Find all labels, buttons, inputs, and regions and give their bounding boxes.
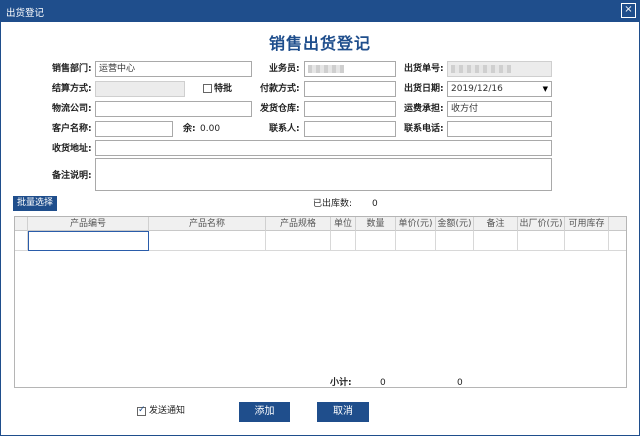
- special-approval-checkbox[interactable]: [203, 84, 212, 93]
- shipment-no-label: 出货单号:: [404, 64, 444, 74]
- logistics-input[interactable]: [95, 101, 252, 117]
- cell-remark[interactable]: [474, 231, 518, 251]
- subtotal-label: 小计:: [330, 378, 352, 388]
- address-input[interactable]: [95, 140, 552, 156]
- address-label: 收货地址:: [52, 144, 92, 154]
- shipment-no-input: [447, 61, 552, 77]
- form-title: 销售出货登记: [268, 34, 371, 53]
- col-product-spec[interactable]: 产品规格: [266, 217, 331, 231]
- col-unit[interactable]: 单位: [331, 217, 356, 231]
- sales-dept-input[interactable]: 运营中心: [95, 61, 252, 77]
- payment-label: 付款方式:: [260, 84, 300, 94]
- cell-available-stock[interactable]: [565, 231, 609, 251]
- balance-label: 余:: [183, 124, 196, 134]
- col-factory-price[interactable]: 出厂价(元): [518, 217, 565, 231]
- contact-label: 联系人:: [269, 124, 300, 134]
- ship-date-value: 2019/12/16: [451, 84, 503, 94]
- warehouse-input[interactable]: [304, 101, 396, 117]
- cell-factory-price[interactable]: [518, 231, 565, 251]
- col-amount[interactable]: 金额(元): [436, 217, 474, 231]
- remarks-textarea[interactable]: [95, 158, 552, 191]
- cell-product-spec[interactable]: [266, 231, 331, 251]
- product-grid[interactable]: 产品编号 产品名称 产品规格 单位 数量 单价(元) 金额(元) 备注 出厂价(…: [14, 216, 627, 388]
- cell-product-name[interactable]: [149, 231, 266, 251]
- subtotal-amount: 0: [457, 378, 463, 388]
- col-product-code[interactable]: 产品编号: [28, 217, 149, 231]
- remarks-label: 备注说明:: [52, 171, 92, 181]
- col-unit-price[interactable]: 单价(元): [396, 217, 436, 231]
- redacted-value: [308, 64, 344, 73]
- batch-select-button[interactable]: 批量选择: [13, 196, 57, 211]
- sales-dept-label: 销售部门:: [52, 64, 92, 74]
- warehouse-label: 发货仓库:: [260, 104, 300, 114]
- col-available-stock[interactable]: 可用库存: [565, 217, 609, 231]
- special-approval-label: 特批: [214, 84, 233, 94]
- salesperson-input[interactable]: [304, 61, 396, 77]
- col-quantity[interactable]: 数量: [356, 217, 396, 231]
- add-button[interactable]: 添加: [239, 402, 290, 422]
- contact-input[interactable]: [304, 121, 396, 137]
- cell-unit[interactable]: [331, 231, 356, 251]
- cell-amount[interactable]: [436, 231, 474, 251]
- col-remark[interactable]: 备注: [474, 217, 518, 231]
- stocked-count-value: 0: [372, 199, 378, 209]
- cell-quantity[interactable]: [356, 231, 396, 251]
- subtotal-quantity: 0: [380, 378, 386, 388]
- phone-label: 联系电话:: [404, 124, 444, 134]
- cell-product-code[interactable]: [28, 231, 149, 251]
- phone-input[interactable]: [447, 121, 552, 137]
- send-notification-label: 发送通知: [149, 406, 186, 416]
- stocked-count-label: 已出库数:: [313, 199, 353, 209]
- settlement-label: 结算方式:: [52, 84, 92, 94]
- col-product-name[interactable]: 产品名称: [149, 217, 266, 231]
- cell-unit-price[interactable]: [396, 231, 436, 251]
- freight-label: 运费承担:: [404, 104, 444, 114]
- dropdown-arrow-icon[interactable]: ▼: [543, 82, 548, 96]
- window-titlebar: 出货登记 ×: [0, 0, 640, 22]
- row-header-corner: [15, 217, 28, 231]
- salesperson-label: 业务员:: [269, 64, 300, 74]
- cancel-button[interactable]: 取消: [317, 402, 369, 422]
- redacted-value: [451, 64, 511, 73]
- table-row[interactable]: [15, 231, 626, 251]
- send-notification-checkbox[interactable]: [137, 405, 146, 416]
- ship-date-label: 出货日期:: [404, 84, 444, 94]
- grid-header: 产品编号 产品名称 产品规格 单位 数量 单价(元) 金额(元) 备注 出厂价(…: [15, 217, 626, 231]
- balance-value: 0.00: [200, 124, 221, 134]
- payment-input[interactable]: [304, 81, 396, 97]
- row-header: [15, 231, 28, 251]
- customer-label: 客户名称:: [52, 124, 92, 134]
- ship-date-picker[interactable]: 2019/12/16 ▼: [447, 81, 552, 97]
- freight-input[interactable]: 收方付: [447, 101, 552, 117]
- settlement-input[interactable]: [95, 81, 185, 97]
- logistics-label: 物流公司:: [52, 104, 92, 114]
- close-icon[interactable]: ×: [621, 3, 636, 18]
- customer-input[interactable]: [95, 121, 173, 137]
- window-title: 出货登记: [6, 8, 45, 19]
